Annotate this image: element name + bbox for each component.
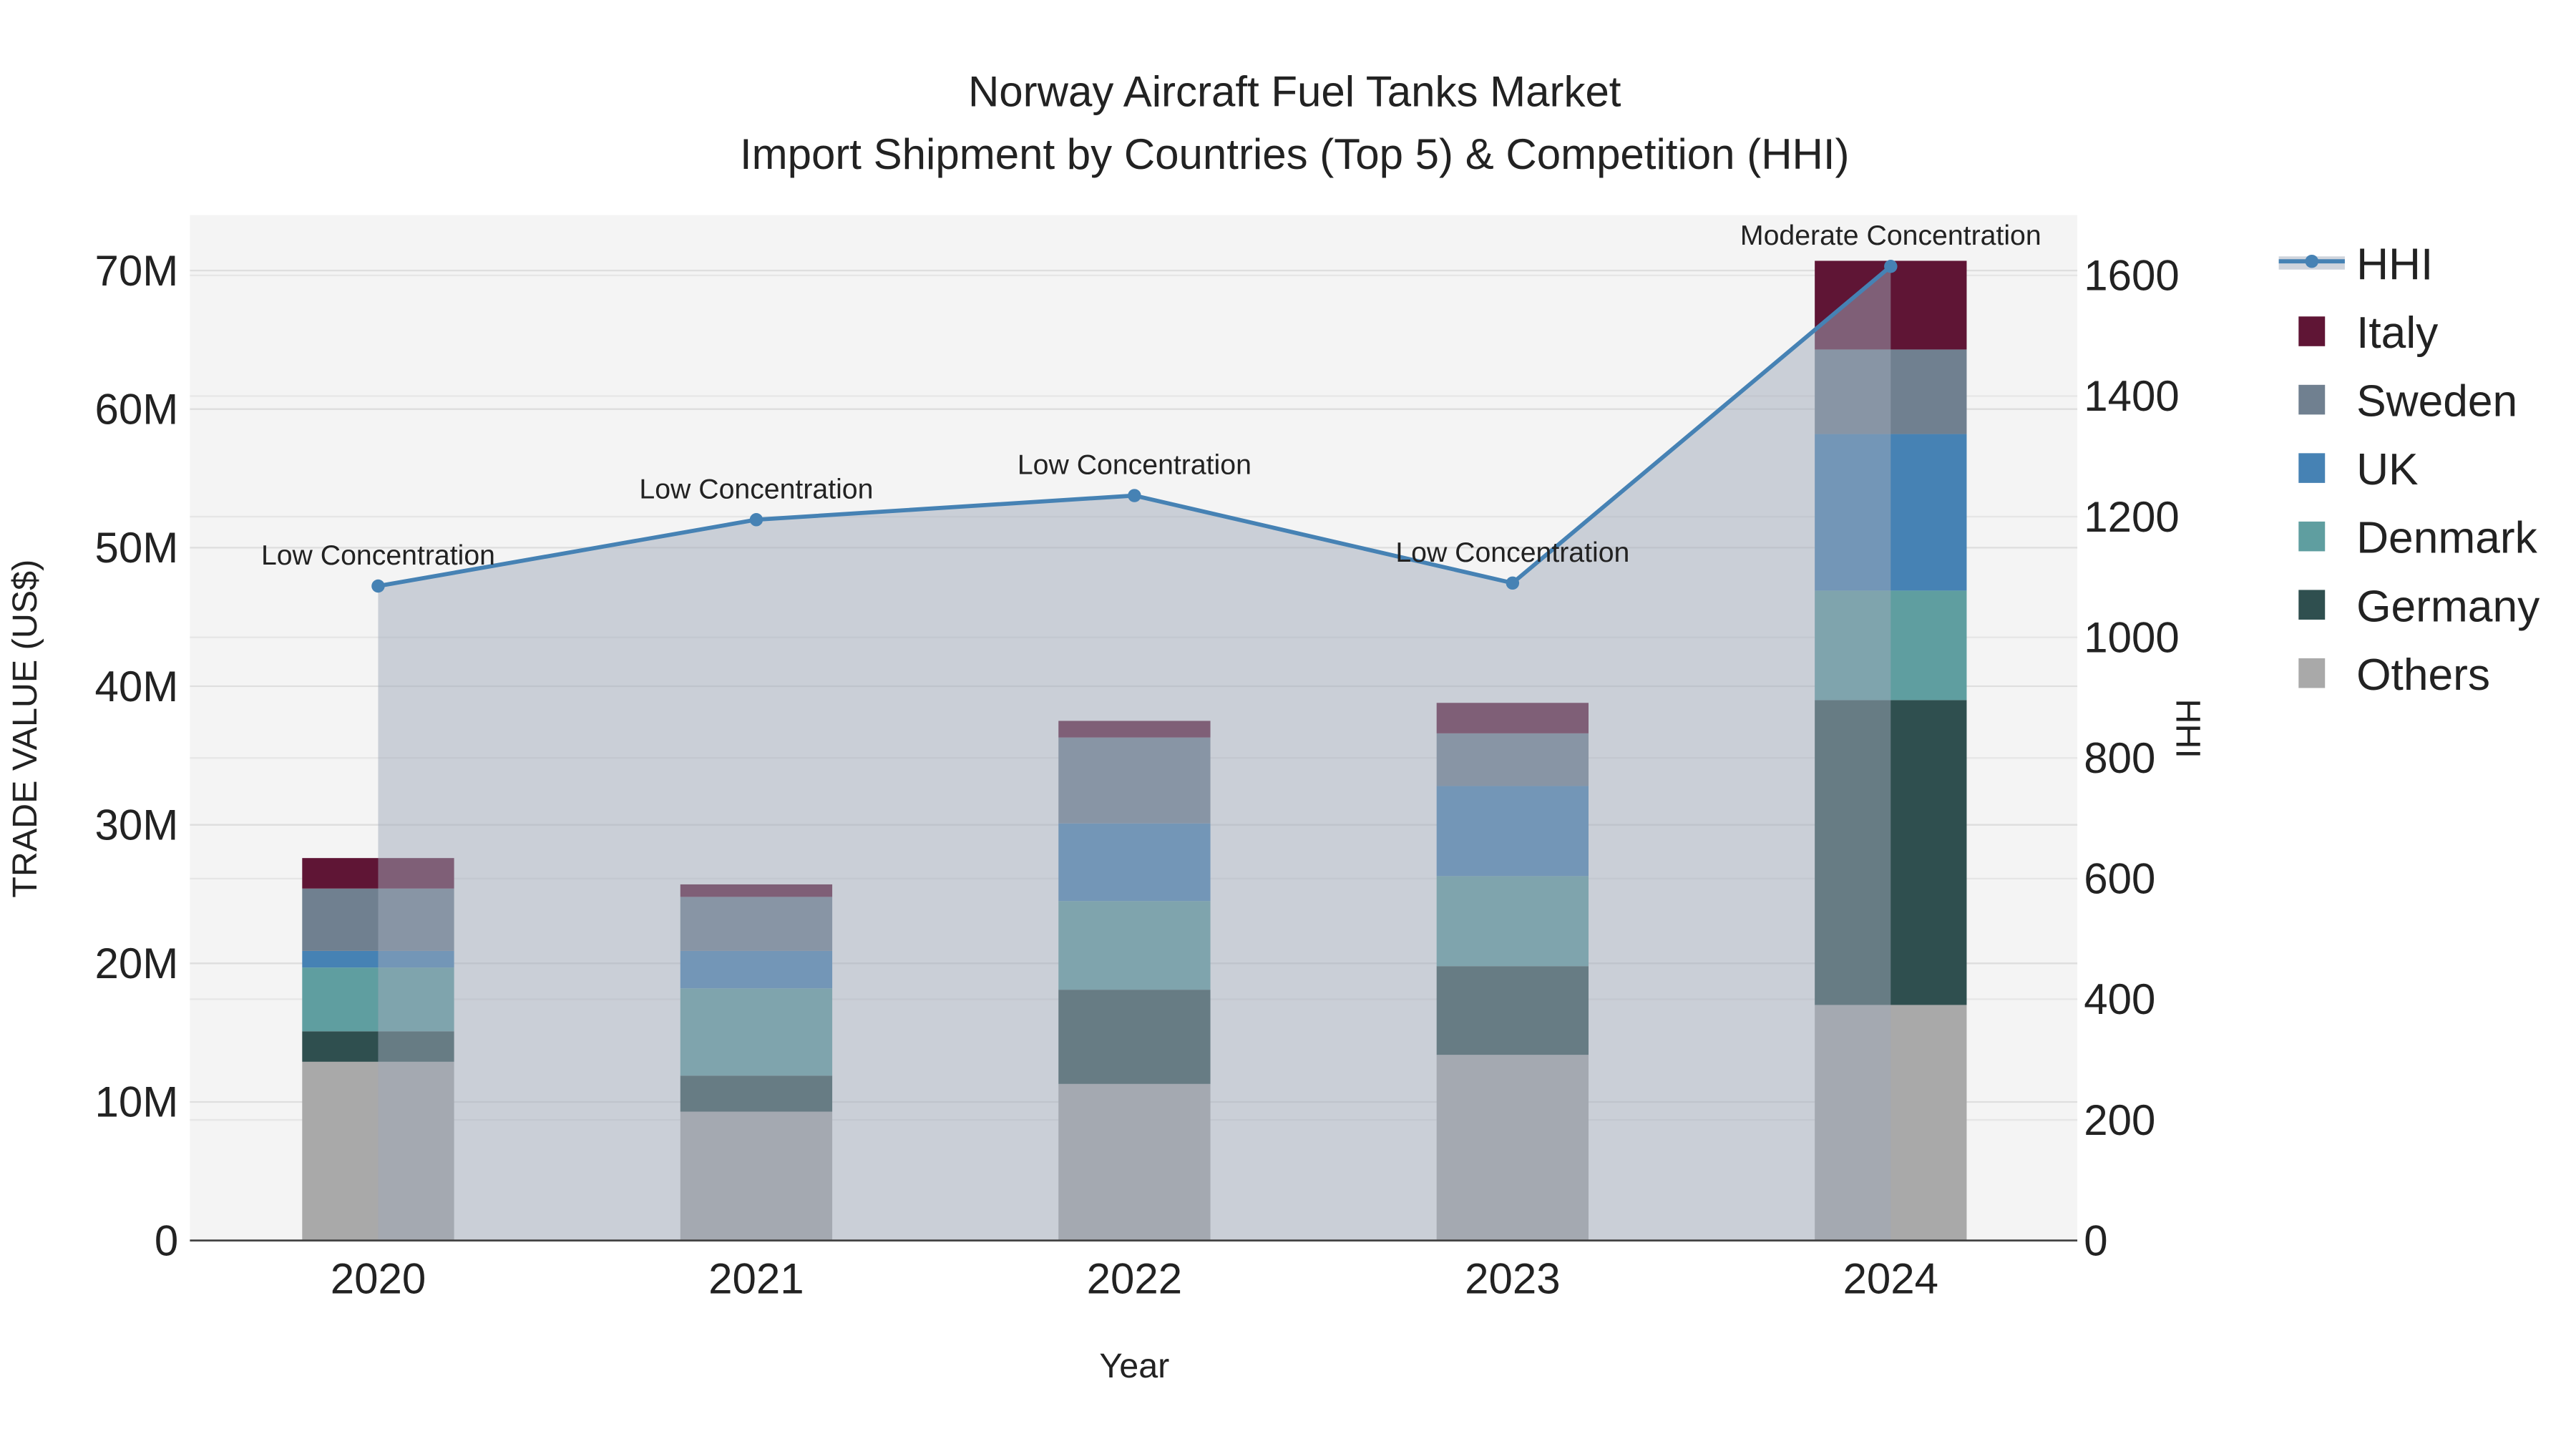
y-tick-label: 20M: [95, 940, 179, 987]
y-tick-label: 50M: [95, 524, 179, 572]
y2-tick-label: 800: [2084, 734, 2155, 782]
hhi-annotation: Low Concentration: [639, 473, 873, 504]
x-tick-label: 2021: [708, 1255, 804, 1303]
legend-swatch-uk: [2298, 453, 2326, 483]
x-tick-label: 2024: [1843, 1255, 1938, 1303]
legend-label-others: Others: [2356, 650, 2490, 700]
hhi-annotation: Low Concentration: [1395, 537, 1629, 568]
hhi-point: [749, 513, 763, 527]
hhi-point: [1884, 260, 1898, 273]
y-tick-label: 70M: [95, 247, 179, 295]
legend-swatch-germany: [2298, 590, 2326, 620]
y-axis-title: TRADE VALUE (US$): [6, 560, 44, 898]
legend-swatch-others: [2298, 658, 2326, 688]
x-tick-label: 2023: [1465, 1255, 1560, 1303]
legend-swatch-italy: [2298, 316, 2326, 346]
y2-axis-title: HHI: [2169, 699, 2207, 758]
hhi-annotation: Low Concentration: [1018, 449, 1252, 481]
y2-tick-label: 1000: [2084, 613, 2179, 661]
legend-hhi-marker: [2305, 254, 2318, 268]
legend-swatch-denmark: [2298, 521, 2326, 552]
y2-tick-label: 400: [2084, 975, 2155, 1023]
hhi-point: [1506, 576, 1520, 590]
legend-label-sweden: Sweden: [2356, 377, 2517, 426]
y2-tick-label: 600: [2084, 855, 2155, 903]
hhi-annotation: Low Concentration: [261, 540, 495, 571]
legend-label-germany: Germany: [2356, 582, 2540, 631]
x-axis-title: Year: [1099, 1347, 1169, 1385]
legend-label-uk: UK: [2356, 445, 2419, 494]
hhi-point: [1128, 489, 1141, 502]
y-tick-label: 0: [155, 1216, 178, 1264]
hhi-point: [371, 579, 385, 593]
y2-tick-label: 1600: [2084, 252, 2179, 300]
chart-subtitle: Import Shipment by Countries (Top 5) & C…: [740, 130, 1850, 178]
y-tick-label: 30M: [95, 801, 179, 849]
legend-label-denmark: Denmark: [2356, 514, 2538, 563]
x-tick-label: 2020: [331, 1255, 426, 1303]
y2-tick-label: 200: [2084, 1096, 2155, 1144]
y2-tick-label: 1400: [2084, 372, 2179, 420]
y-tick-label: 60M: [95, 385, 179, 433]
chart-title: Norway Aircraft Fuel Tanks Market: [968, 67, 1621, 115]
legend-swatch-sweden: [2298, 384, 2326, 415]
y2-tick-label: 0: [2084, 1216, 2107, 1264]
legend-label-hhi: HHI: [2356, 240, 2433, 290]
x-tick-label: 2022: [1087, 1255, 1182, 1303]
legend-label-italy: Italy: [2356, 308, 2439, 358]
y2-tick-label: 1200: [2084, 493, 2179, 541]
hhi-annotation: Moderate Concentration: [1740, 220, 2041, 251]
y-tick-label: 10M: [95, 1078, 179, 1126]
y-tick-label: 40M: [95, 663, 179, 711]
chart: Low Concentration Low Concentration Low Co…: [0, 0, 2576, 1449]
